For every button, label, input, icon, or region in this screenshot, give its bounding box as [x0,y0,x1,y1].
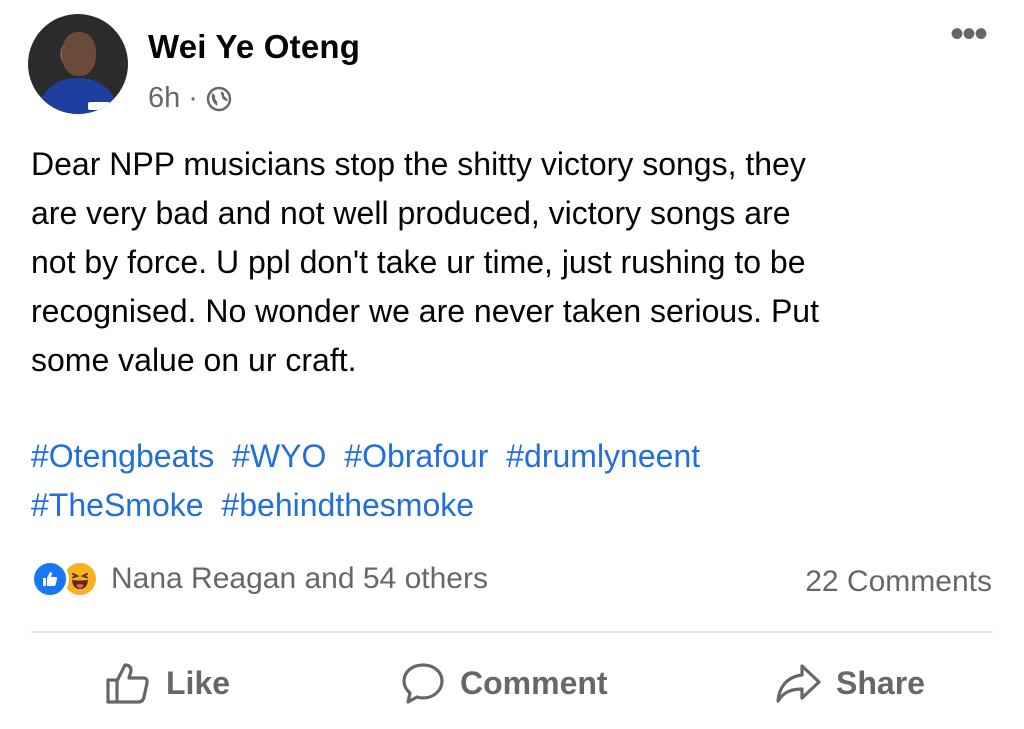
comments-count[interactable]: 22 Comments [805,565,992,599]
action-bar: Like Comment Share [0,655,1024,711]
thumbs-up-icon [106,663,149,704]
post-time[interactable]: 6h [148,82,180,115]
like-reaction-icon [31,560,69,598]
reaction-summary[interactable]: Nana Reagan and 54 others [31,560,488,598]
hashtag-link[interactable]: #drumlyneent [506,438,700,474]
like-label: Like [166,664,231,701]
share-button[interactable]: Share [774,655,925,711]
avatar[interactable] [28,14,128,114]
share-label: Share [836,664,925,701]
hashtag-link[interactable]: #behindthesmoke [221,487,474,523]
share-arrow-icon [776,664,821,703]
avatar-face [62,32,96,76]
avatar-badge [88,102,110,110]
comment-label: Comment [460,664,608,701]
more-options-icon[interactable]: ••• [950,14,988,54]
globe-icon[interactable] [206,86,232,112]
hashtag-list: #Otengbeats #WYO #Obrafour #drumlyneent … [31,432,991,530]
hashtag-link[interactable]: #Otengbeats [31,438,214,474]
meta-separator: · [188,82,198,114]
like-button[interactable]: Like [104,655,230,711]
hashtag-link[interactable]: #WYO [232,438,326,474]
hashtag-link[interactable]: #Obrafour [344,438,488,474]
comment-button[interactable]: Comment [400,655,608,711]
post-body-text: Dear NPP musicians stop the shitty victo… [31,146,819,378]
hashtag-link[interactable]: #TheSmoke [31,487,204,523]
reaction-summary-text[interactable]: Nana Reagan and 54 others [111,562,488,596]
comment-icon [402,663,444,704]
author-name[interactable]: Wei Ye Oteng [148,28,360,66]
post-meta: 6h · [148,82,232,115]
divider [31,631,993,633]
